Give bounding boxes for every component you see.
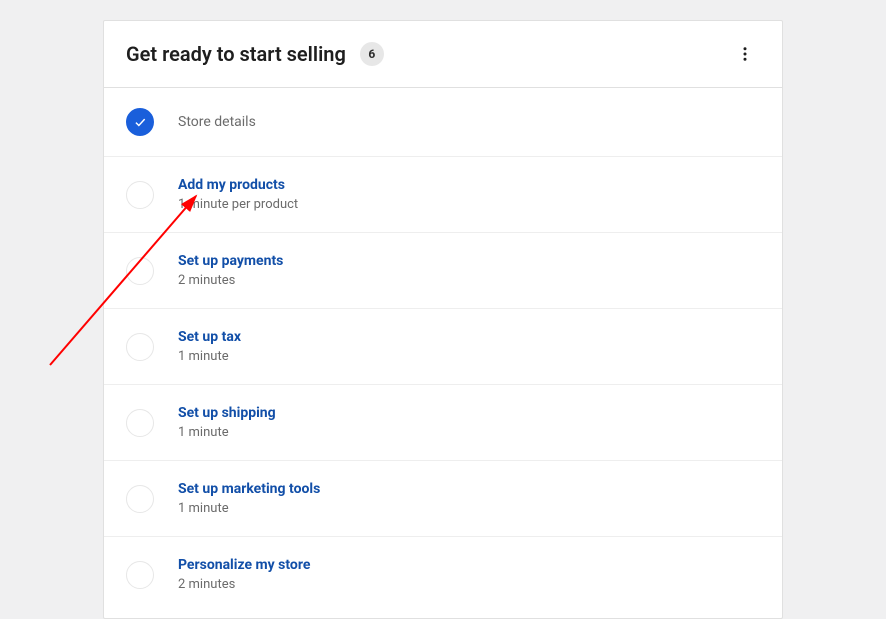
task-incomplete-indicator [126,561,154,589]
task-setup-tax[interactable]: Set up tax 1 minute [104,309,782,385]
task-time: 1 minute [178,349,241,364]
task-label: Set up shipping [178,405,276,421]
tasks-count-badge: 6 [360,42,384,66]
task-label: Add my products [178,177,298,193]
task-setup-shipping[interactable]: Set up shipping 1 minute [104,385,782,461]
task-time: 1 minute per product [178,197,298,212]
task-content: Add my products 1 minute per product [178,177,298,212]
task-incomplete-indicator [126,257,154,285]
task-content: Store details [178,114,256,130]
task-label: Store details [178,114,256,130]
task-time: 2 minutes [178,577,310,592]
task-time: 2 minutes [178,273,283,288]
task-label: Set up marketing tools [178,481,320,497]
task-label: Set up payments [178,253,283,269]
task-store-details[interactable]: Store details [104,88,782,157]
task-content: Personalize my store 2 minutes [178,557,310,592]
task-setup-payments[interactable]: Set up payments 2 minutes [104,233,782,309]
more-vertical-icon [736,45,754,63]
task-label: Personalize my store [178,557,310,573]
task-add-products[interactable]: Add my products 1 minute per product [104,157,782,233]
task-incomplete-indicator [126,181,154,209]
task-setup-marketing[interactable]: Set up marketing tools 1 minute [104,461,782,537]
task-content: Set up tax 1 minute [178,329,241,364]
task-incomplete-indicator [126,409,154,437]
task-time: 1 minute [178,425,276,440]
more-options-button[interactable] [730,39,760,69]
task-incomplete-indicator [126,333,154,361]
task-complete-indicator [126,108,154,136]
check-icon [133,115,147,129]
task-label: Set up tax [178,329,241,345]
task-personalize-store[interactable]: Personalize my store 2 minutes [104,537,782,612]
task-incomplete-indicator [126,485,154,513]
task-content: Set up shipping 1 minute [178,405,276,440]
task-content: Set up payments 2 minutes [178,253,283,288]
task-time: 1 minute [178,501,320,516]
card-header: Get ready to start selling 6 [104,21,782,88]
onboarding-card: Get ready to start selling 6 Store detai… [103,20,783,619]
task-content: Set up marketing tools 1 minute [178,481,320,516]
card-title: Get ready to start selling [126,42,346,66]
